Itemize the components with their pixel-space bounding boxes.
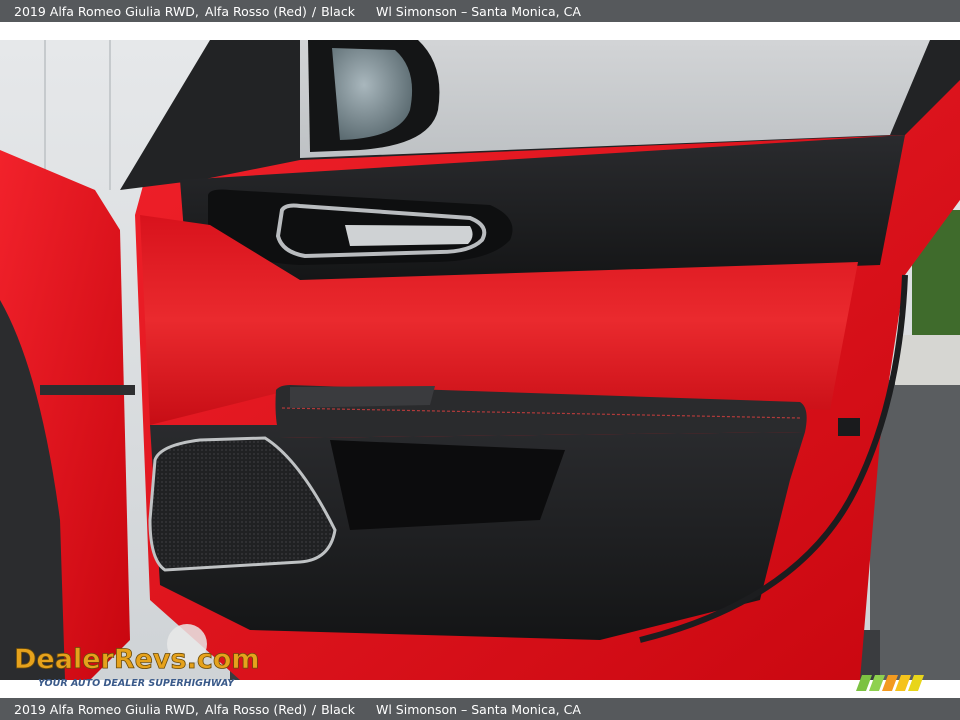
caption-interior-bottom: Black [321, 701, 355, 717]
door-photo [0, 40, 960, 680]
caption-dealer: Wl Simonson – Santa Monica, CA [376, 3, 581, 19]
caption-dealer-bottom: Wl Simonson – Santa Monica, CA [376, 701, 581, 717]
door-check-strap [40, 385, 135, 395]
caption-vehicle: 2019 Alfa Romeo Giulia RWD, [14, 3, 199, 19]
watermark-tagline: YOUR AUTO DEALER SUPERHIGHWAY [38, 678, 235, 689]
caption-interior: Black [321, 3, 355, 19]
door-latch [838, 418, 860, 436]
caption-separator-bottom: / [311, 701, 317, 717]
window-switch-panel[interactable] [290, 386, 435, 408]
caption-color: Alfa Rosso (Red) [204, 3, 307, 19]
bottom-caption-bar: 2019 Alfa Romeo Giulia RWD, Alfa Rosso (… [0, 698, 960, 720]
dealerrevs-watermark: DealerRevs.com YOUR AUTO DEALER SUPERHIG… [14, 624, 260, 689]
top-caption-bar: 2019 Alfa Romeo Giulia RWD, Alfa Rosso (… [0, 0, 960, 22]
curb [895, 335, 960, 385]
door-handle[interactable] [345, 225, 473, 246]
caption-vehicle-bottom: 2019 Alfa Romeo Giulia RWD, [14, 701, 199, 717]
stripe-logo-icon [856, 675, 924, 691]
caption-color-bottom: Alfa Rosso (Red) [204, 701, 307, 717]
watermark-brand: DealerRevs.com [14, 644, 260, 675]
caption-separator: / [311, 3, 317, 19]
door-illustration [0, 40, 960, 680]
door-pocket [330, 440, 565, 530]
